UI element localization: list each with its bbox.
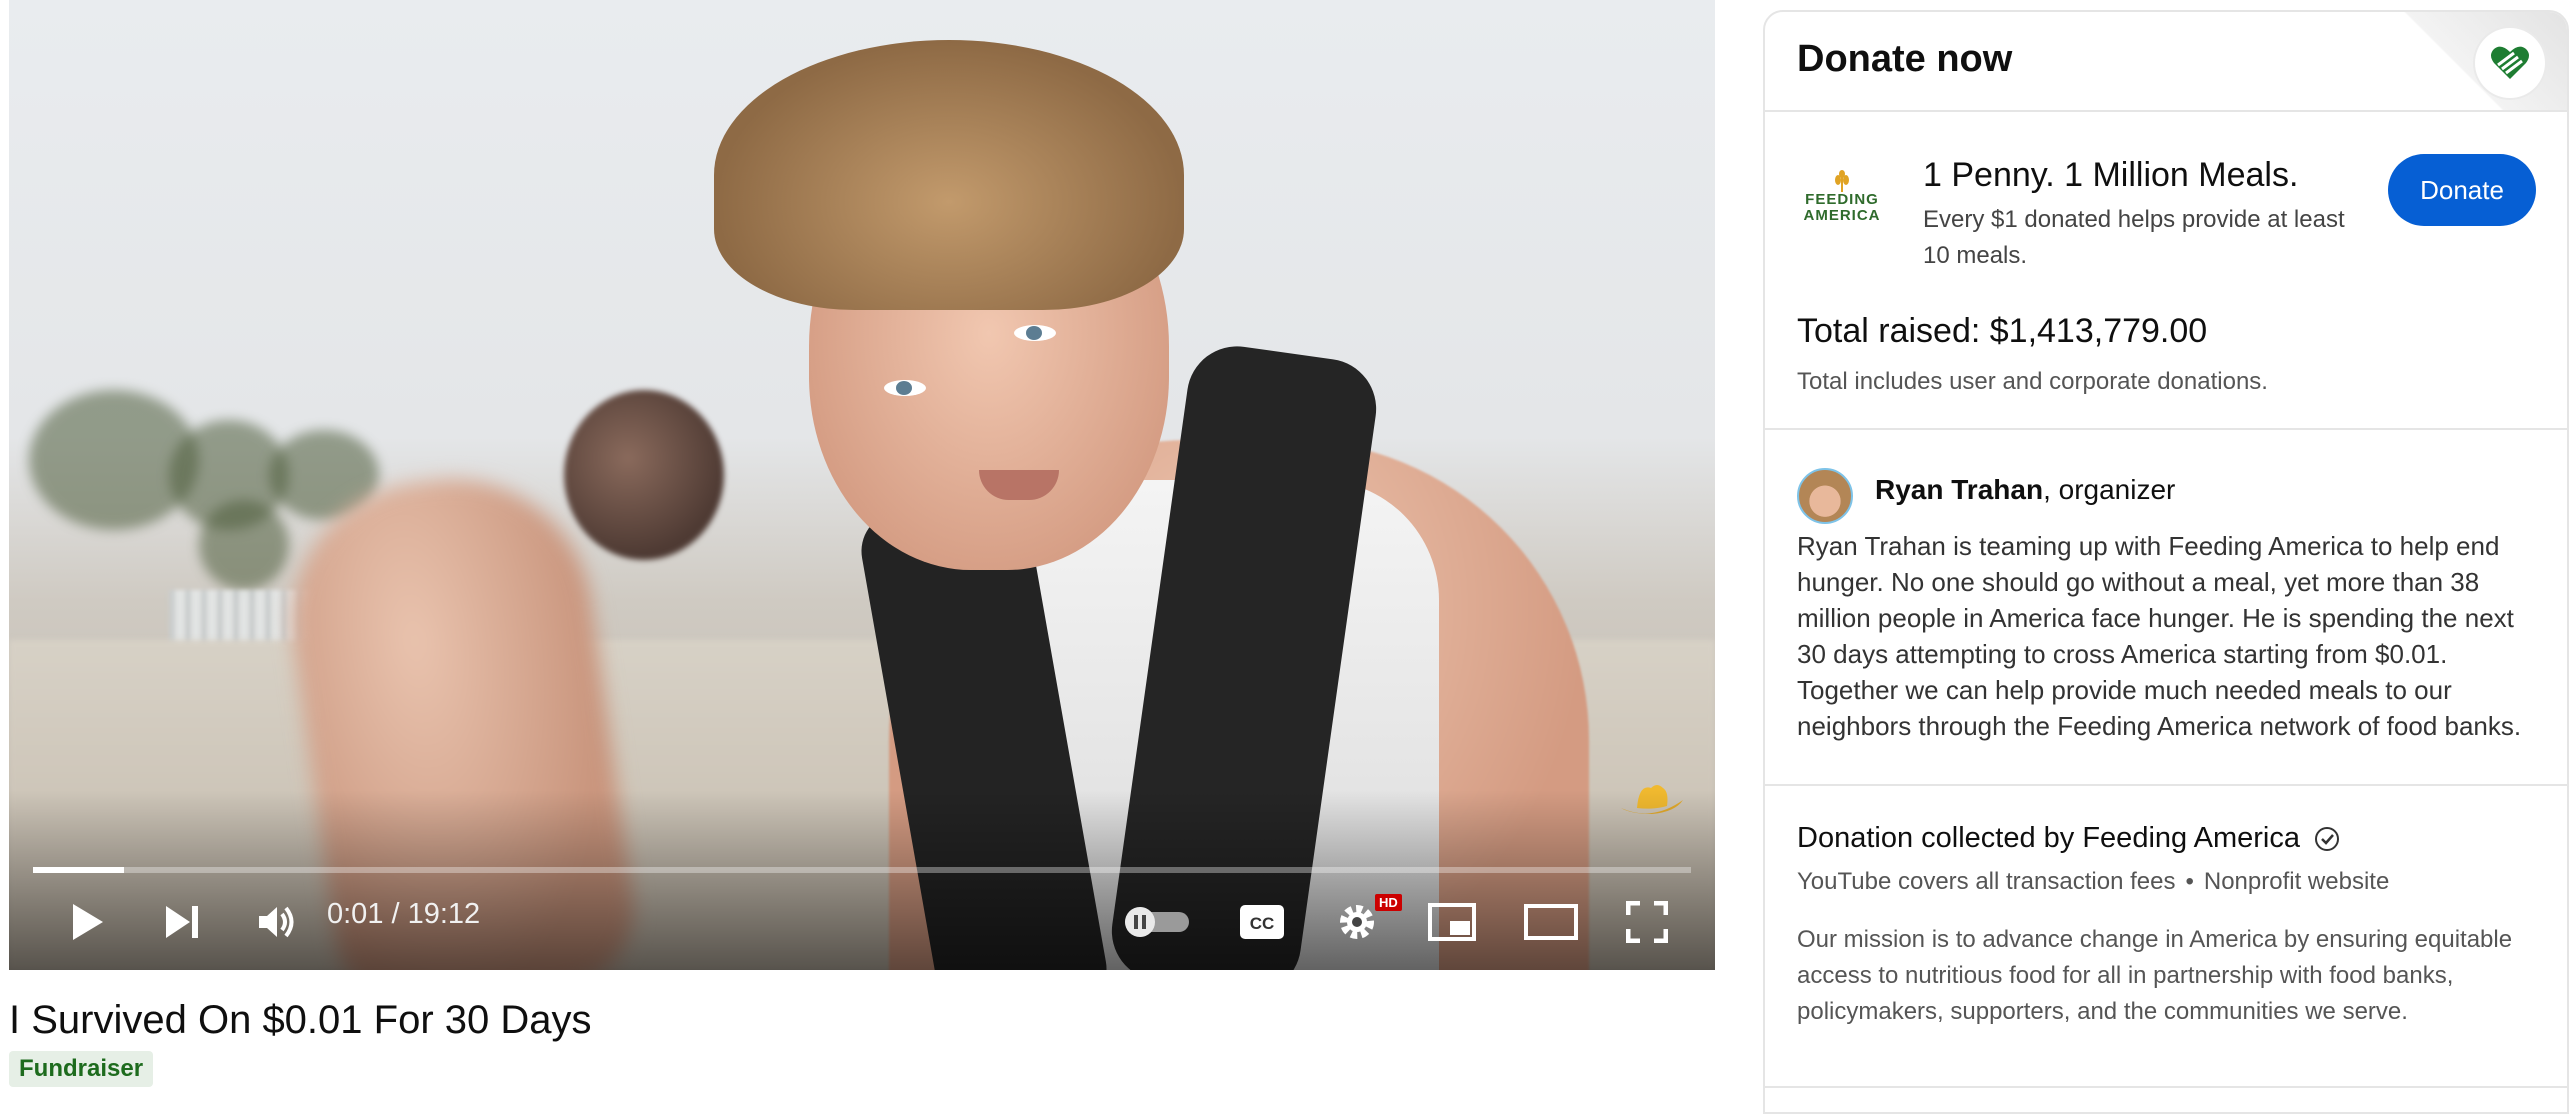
campaign-name: 1 Penny. 1 Million Meals.	[1923, 156, 2299, 194]
mission-statement: Our mission is to advance change in Amer…	[1797, 926, 2513, 1025]
organizer-section: Ryan Trahan, organizer Ryan Trahan is te…	[1765, 430, 2567, 786]
video-player[interactable]: 0:01 / 19:12 CC HD	[9, 0, 1715, 970]
organizer-description: Ryan Trahan is teaming up with Feeding A…	[1797, 531, 2522, 741]
miniplayer-icon	[1428, 903, 1476, 941]
feeding-america-logo: FEEDING AMERICA	[1797, 170, 1887, 232]
panel-title: Donate now	[1797, 38, 2013, 80]
collected-title: Donation collected by Feeding America	[1797, 822, 2340, 855]
settings-icon	[1340, 905, 1374, 939]
play-button[interactable]	[59, 898, 115, 946]
fullscreen-icon	[1626, 901, 1668, 943]
volume-button[interactable]	[249, 898, 305, 946]
theater-mode-button[interactable]	[1519, 898, 1583, 946]
nonprofit-website-link[interactable]: Nonprofit website	[2204, 868, 2389, 895]
organizer-role: , organizer	[2043, 474, 2176, 505]
svg-text:CC: CC	[1250, 914, 1275, 933]
total-note: Total includes user and corporate donati…	[1797, 368, 2268, 395]
captions-button[interactable]: CC	[1234, 898, 1290, 946]
time-display: 0:01 / 19:12	[327, 898, 481, 930]
progress-bar[interactable]	[33, 867, 1691, 873]
organizer-name[interactable]: Ryan Trahan	[1875, 474, 2043, 505]
video-title: I Survived On $0.01 For 30 Days	[9, 998, 592, 1042]
donation-panel: Donate now FEEDING AMERICA 1 Penny. 1 Mi…	[1763, 10, 2569, 1114]
heart-hand-icon	[2491, 46, 2529, 79]
campaign-description: Every $1 donated helps provide at least …	[1923, 206, 2345, 269]
total-raised: Total raised: $1,413,779.00	[1797, 312, 2208, 350]
avatar[interactable]	[1797, 468, 1853, 524]
hd-badge: HD	[1375, 894, 1402, 911]
donate-badge	[2475, 28, 2545, 98]
collected-section: Donation collected by Feeding America Yo…	[1765, 786, 2567, 1088]
collected-meta: YouTube covers all transaction fees • Nonp…	[1797, 868, 2389, 896]
meta-separator: •	[2185, 868, 2194, 895]
progress-played	[33, 867, 125, 873]
fullscreen-button[interactable]	[1619, 896, 1675, 948]
organizer-line: Ryan Trahan, organizer	[1875, 474, 2175, 506]
wheat-icon	[1835, 170, 1849, 192]
fundraiser-chip[interactable]: Fundraiser	[9, 1051, 154, 1087]
captions-icon: CC	[1240, 905, 1284, 939]
autoplay-toggle-icon	[1125, 907, 1189, 937]
penny-coin	[564, 390, 724, 560]
volume-icon	[259, 906, 294, 938]
next-button[interactable]	[154, 898, 210, 946]
skip-next-icon	[166, 906, 198, 938]
panel-header: Donate now	[1765, 12, 2567, 112]
donate-button[interactable]: Donate	[2388, 154, 2536, 226]
play-icon	[73, 904, 103, 940]
fees-note: YouTube covers all transaction fees	[1797, 868, 2176, 895]
autoplay-toggle[interactable]	[1119, 900, 1195, 944]
campaign-section: FEEDING AMERICA 1 Penny. 1 Million Meals…	[1765, 112, 2567, 430]
verified-check-icon	[2315, 827, 2340, 852]
theater-icon	[1524, 904, 1578, 940]
miniplayer-button[interactable]	[1424, 898, 1480, 946]
